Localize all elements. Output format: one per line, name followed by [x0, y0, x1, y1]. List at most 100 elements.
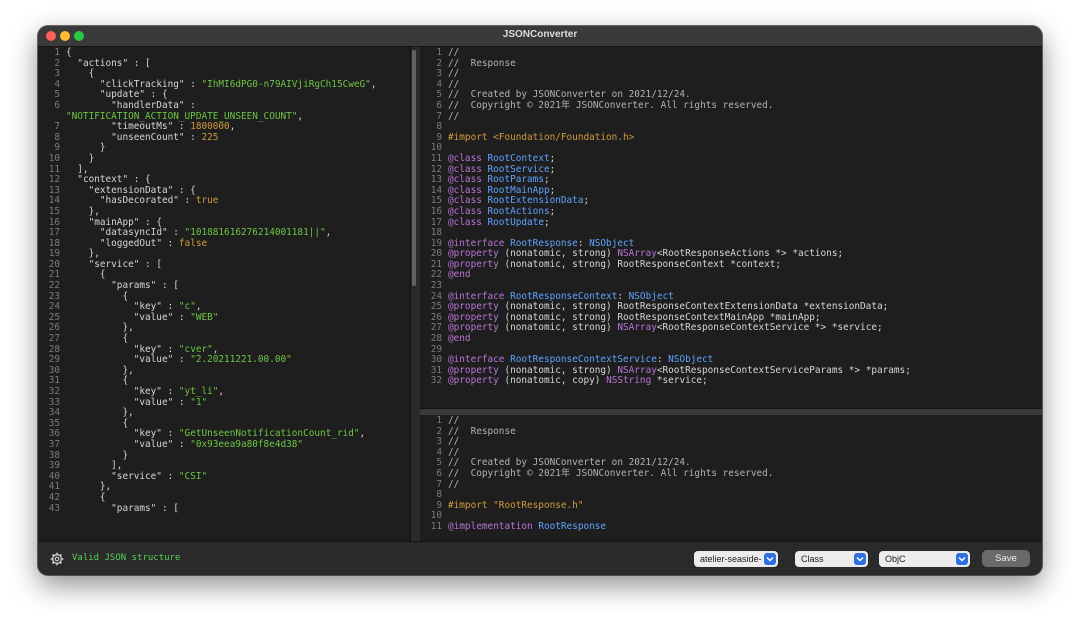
code-line: 2// Response: [420, 57, 1042, 70]
theme-select[interactable]: atelier-seaside-: [694, 551, 778, 567]
code-token: "2.20211221.00.00": [190, 354, 292, 366]
code-token: "c": [178, 301, 196, 313]
line-number: 11: [430, 152, 442, 164]
code-token: ,: [229, 121, 236, 133]
code-token: (nonatomic, strong) RootResponseContextM…: [504, 311, 821, 323]
code-token: "1": [190, 396, 208, 408]
code-token: 1800000: [190, 121, 230, 133]
code-token: @class: [448, 163, 488, 175]
code-token: :: [178, 195, 196, 207]
code-token: @property: [448, 375, 505, 387]
code-token: RootActions: [487, 205, 550, 217]
code-token: RootResponseContext: [510, 290, 618, 302]
header-output-view[interactable]: 1//2// Response 3//4//5// Created by JSON…: [420, 47, 1042, 409]
language-select[interactable]: ObjC: [879, 551, 970, 567]
code-token: ;: [543, 174, 550, 186]
code-token: 225: [201, 131, 219, 143]
code-token: },: [66, 364, 134, 376]
code-line: 11 @implementation RootResponse: [420, 521, 1042, 533]
type-select-value: Class: [801, 554, 824, 564]
code-token: @end: [448, 269, 471, 281]
code-token: (nonatomic, strong): [504, 248, 618, 260]
code-token: :: [656, 354, 669, 366]
save-button[interactable]: Save: [982, 550, 1030, 567]
code-token: :: [184, 131, 202, 143]
code-token: @class: [448, 152, 488, 164]
code-token: }: [66, 142, 106, 154]
code-token: @interface: [448, 290, 511, 302]
code-token: "WEB": [190, 311, 219, 323]
type-select[interactable]: Class: [795, 551, 868, 567]
code-token: {: [66, 491, 106, 503]
code-token: NSArray: [617, 322, 657, 334]
code-token: "hasDecorated": [99, 195, 179, 207]
code-token: "CSI": [178, 470, 208, 482]
code-token: },: [66, 407, 134, 419]
code-token: (nonatomic, strong): [504, 364, 618, 376]
code-token: "extensionData": [88, 184, 174, 196]
code-token: RootContext: [487, 152, 550, 164]
code-token: "value": [133, 438, 174, 450]
code-token: RootService: [487, 163, 550, 175]
code-line: 28 @end: [420, 333, 1042, 345]
code-token: :: [184, 99, 196, 111]
code-line: 9 #import <Foundation/Foundation.h>: [420, 132, 1042, 144]
code-token: :: [173, 354, 191, 366]
code-token: (nonatomic, strong) RootResponseContextE…: [504, 301, 889, 313]
app-window: JSONConverter 1{2 "actions" : [3 {4 "cli…: [38, 26, 1042, 575]
bottom-toolbar: Valid JSON structure atelier-seaside- Cl…: [38, 541, 1042, 575]
code-token: ;: [549, 152, 556, 164]
code-line: 9 #import "RootResponse.h": [420, 500, 1042, 512]
code-token: :: [161, 428, 179, 440]
code-token: RootResponseContextService: [510, 354, 657, 366]
code-token: :: [617, 290, 629, 302]
json-editor[interactable]: 1{2 "actions" : [3 {4 "clickTracking" : …: [38, 47, 410, 542]
code-token: NSArray: [617, 364, 657, 376]
code-token: //: [448, 78, 460, 90]
code-token: // Response: [448, 57, 516, 69]
code-token: :: [577, 237, 590, 249]
code-token: NSObject: [628, 290, 674, 302]
code-token: ;: [543, 216, 550, 228]
chevron-down-icon: [956, 553, 968, 565]
code-line: 17 @class RootUpdate;: [420, 216, 1042, 229]
code-token: {: [66, 269, 106, 281]
chevron-down-icon: [854, 553, 866, 565]
line-number: 42: [48, 491, 60, 503]
code-token: {: [66, 375, 129, 387]
code-token: :: [161, 343, 179, 355]
window-title: JSONConverter: [502, 29, 578, 40]
code-token: <RootResponseContextService *> *service;: [656, 322, 883, 334]
code-token: ,: [297, 110, 304, 122]
code-token: }: [66, 449, 129, 461]
code-token: (nonatomic, strong): [504, 322, 618, 334]
code-token: *service;: [651, 375, 708, 387]
code-token: //: [448, 68, 460, 80]
code-token: @property: [448, 364, 505, 376]
code-token: "params": [111, 280, 157, 292]
gear-icon[interactable]: [50, 552, 64, 566]
code-line: 10 }: [38, 153, 410, 165]
code-token: {: [66, 68, 95, 80]
code-token: "value": [133, 396, 174, 408]
code-token: "0x93eea9a80f8e4d38": [190, 438, 304, 450]
code-token: : [: [156, 502, 179, 514]
code-token: <RootResponseContextServiceParams *> *pa…: [656, 364, 911, 376]
code-token: ,: [212, 343, 219, 355]
implementation-output-view[interactable]: 1//2// Response 3//4//5// Created by JSON…: [420, 415, 1042, 542]
code-token: ,: [325, 227, 332, 239]
line-number: 16: [430, 205, 442, 217]
json-editor-scrollbar[interactable]: [412, 50, 416, 286]
code-token: // Created by JSONConverter on 2021/12/2…: [448, 457, 691, 469]
